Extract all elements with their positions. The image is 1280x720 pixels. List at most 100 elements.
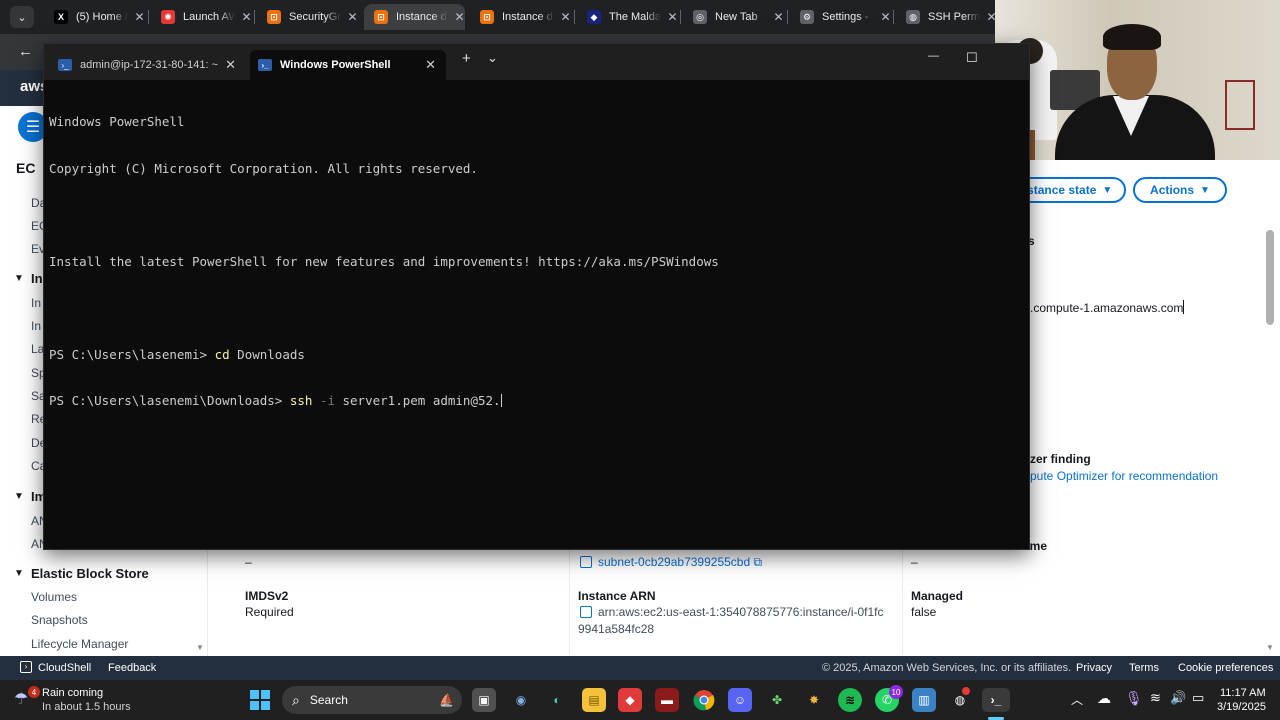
windows-start-icon[interactable] xyxy=(248,688,272,712)
browser-tab[interactable]: ⊡ SecurityGr ✕ xyxy=(257,4,358,30)
terminal-tab-powershell-label: Windows PowerShell xyxy=(280,59,391,71)
notepad-icon[interactable]: ▥ xyxy=(912,688,936,712)
file-explorer-icon[interactable]: ▤ xyxy=(582,688,606,712)
maximize-button[interactable]: ☐ xyxy=(966,50,978,66)
spotify-icon[interactable]: ≋ xyxy=(838,688,862,712)
close-tab-icon[interactable]: ✕ xyxy=(134,10,144,24)
sidebar-item-volumes[interactable]: Volumes xyxy=(31,590,77,604)
browser-tab[interactable]: ⊡ Instance d ✕ xyxy=(470,4,571,30)
cloudshell-icon[interactable]: › xyxy=(20,661,32,673)
cloudshell-link[interactable]: CloudShell xyxy=(38,662,91,674)
tab-search-menu-button[interactable]: ⌄ xyxy=(10,6,34,28)
terminal-tab-bar: ›_ admin@ip-172-31-80-141: ~ ✕ ›_ Window… xyxy=(44,44,1029,80)
git-app-icon[interactable]: ◆ xyxy=(618,688,642,712)
terms-link[interactable]: Terms xyxy=(1129,662,1159,674)
sidebar-heading-ec2: EC xyxy=(16,160,36,176)
public-dns-value[interactable]: .compute-1.amazonaws.com xyxy=(1030,300,1185,315)
subnet-id: subnet-0cb29ab7399255cbd xyxy=(598,555,751,569)
sidebar-section-ebs[interactable]: Elastic Block Store xyxy=(31,566,149,581)
field-value: – xyxy=(245,555,252,569)
show-hidden-icons-chevron-icon[interactable]: ︿ xyxy=(1071,691,1083,708)
terminal-output[interactable]: Windows PowerShell Copyright (C) Microso… xyxy=(49,83,1024,543)
clock-time[interactable]: 11:17 AM xyxy=(1220,687,1266,699)
browser-tab[interactable]: ◍ SSH Perm ✕ xyxy=(896,4,997,30)
compute-optimizer-link[interactable]: pute Optimizer for recommendation xyxy=(1030,469,1218,483)
app-icon[interactable]: ▬ xyxy=(655,688,679,712)
copy-icon[interactable] xyxy=(580,556,592,568)
task-view-icon[interactable]: ▣ xyxy=(472,688,496,712)
actions-button[interactable]: Actions ▼ xyxy=(1133,177,1227,203)
new-tab-button[interactable]: + xyxy=(462,50,471,67)
sidebar-item[interactable]: In xyxy=(31,319,41,333)
browser-tab[interactable]: ⊡ Instance d ✕ xyxy=(364,4,465,30)
cloud-icon[interactable]: ☁ xyxy=(1097,690,1111,707)
sidebar-item[interactable]: In xyxy=(31,296,41,310)
windows-taskbar: ☂ 4 Rain coming In about 1.5 hours ⌕ Sea… xyxy=(0,680,1280,720)
browser-tab[interactable]: ◆ The Malda ✕ xyxy=(577,4,678,30)
close-tab-icon[interactable]: ✕ xyxy=(425,57,436,73)
tab-dropdown-button[interactable]: ⌄ xyxy=(487,50,498,66)
windows-terminal-window[interactable]: ›_ admin@ip-172-31-80-141: ~ ✕ ›_ Window… xyxy=(43,43,1030,550)
browser-tab[interactable]: ✺ Launch AW ✕ xyxy=(151,4,252,30)
close-tab-icon[interactable]: ✕ xyxy=(225,57,236,73)
weather-title[interactable]: Rain coming xyxy=(42,687,103,699)
close-tab-icon[interactable]: ✕ xyxy=(454,10,464,24)
feedback-link[interactable]: Feedback xyxy=(108,662,156,674)
caret-down-icon[interactable]: ▼ xyxy=(14,273,24,284)
globe-app-icon[interactable]: ◉ xyxy=(509,688,533,712)
minimize-button[interactable]: — xyxy=(928,50,939,62)
chrome-icon[interactable] xyxy=(692,688,716,712)
browser-tab[interactable]: ⚙ Settings - ✕ xyxy=(790,4,891,30)
edge-icon[interactable]: ◐ xyxy=(545,688,569,712)
browser-tab-title: (5) Home / xyxy=(76,11,128,23)
discord-icon[interactable]: ☺ xyxy=(728,688,752,712)
clock-date[interactable]: 3/19/2025 xyxy=(1217,701,1266,713)
sidebar-item-snapshots[interactable]: Snapshots xyxy=(31,613,88,627)
terminal-command-line: PS C:\Users\lasenemi\Downloads> ssh -i s… xyxy=(49,393,1024,409)
x-logo-icon: X xyxy=(54,10,68,24)
scroll-down-icon[interactable]: ▼ xyxy=(1266,643,1274,652)
app-star-icon[interactable]: ✸ xyxy=(802,688,826,712)
wifi-icon[interactable]: ≋ xyxy=(1150,690,1161,706)
weather-subtitle[interactable]: In about 1.5 hours xyxy=(42,701,131,713)
privacy-link[interactable]: Privacy xyxy=(1076,662,1112,674)
page-scrollbar[interactable] xyxy=(1266,230,1274,325)
browser-tab[interactable]: X (5) Home / ✕ xyxy=(44,4,145,30)
terminal-tab-powershell[interactable]: ›_ Windows PowerShell ✕ xyxy=(250,50,446,80)
copy-icon[interactable] xyxy=(580,606,592,618)
app-green-icon[interactable]: ✤ xyxy=(765,688,789,712)
caret-down-icon[interactable]: ▼ xyxy=(14,491,24,502)
caret-down-icon[interactable]: ▼ xyxy=(14,568,24,579)
whatsapp-badge: 10 xyxy=(889,685,903,699)
cookie-preferences-link[interactable]: Cookie preferences xyxy=(1178,662,1273,674)
globe-icon: ◍ xyxy=(906,10,920,24)
close-tab-icon[interactable]: ✕ xyxy=(347,10,357,24)
gear-icon: ⚙ xyxy=(800,10,814,24)
browser-tab[interactable]: ◎ New Tab ✕ xyxy=(683,4,784,30)
close-tab-icon[interactable]: ✕ xyxy=(773,10,783,24)
scroll-down-icon[interactable]: ▼ xyxy=(196,643,204,652)
close-tab-icon[interactable]: ✕ xyxy=(880,10,890,24)
volume-icon[interactable]: 🔊 xyxy=(1170,690,1186,706)
instance-arn-label: Instance ARN xyxy=(578,589,656,603)
aws-launch-icon: ✺ xyxy=(161,10,175,24)
microphone-icon[interactable]: 🎙 xyxy=(1125,690,1143,707)
managed-value: false xyxy=(911,605,937,619)
sidebar-item-lifecycle-manager[interactable]: Lifecycle Manager xyxy=(31,637,128,651)
optimizer-finding-label: zer finding xyxy=(1030,452,1091,466)
terminal-app-icon[interactable]: ›_ xyxy=(982,688,1010,712)
close-tab-icon[interactable]: ✕ xyxy=(560,10,570,24)
taskbar-search-box[interactable]: ⌕ Search ⛵ xyxy=(282,686,462,714)
command-name: cd xyxy=(214,346,230,362)
search-icon: ⌕ xyxy=(292,691,300,708)
site-icon: ◆ xyxy=(587,10,601,24)
close-tab-icon[interactable]: ✕ xyxy=(667,10,677,24)
terminal-tab-ssh[interactable]: ›_ admin@ip-172-31-80-141: ~ ✕ xyxy=(50,50,246,80)
recording-dot-icon xyxy=(962,687,970,695)
back-arrow-icon[interactable]: ← xyxy=(18,43,33,60)
close-tab-icon[interactable]: ✕ xyxy=(241,10,251,24)
battery-icon[interactable]: ▭ xyxy=(1192,690,1204,706)
sidebar-section-instances[interactable]: In xyxy=(31,271,43,286)
subnet-link[interactable]: subnet-0cb29ab7399255cbd ⧉ xyxy=(580,555,762,570)
